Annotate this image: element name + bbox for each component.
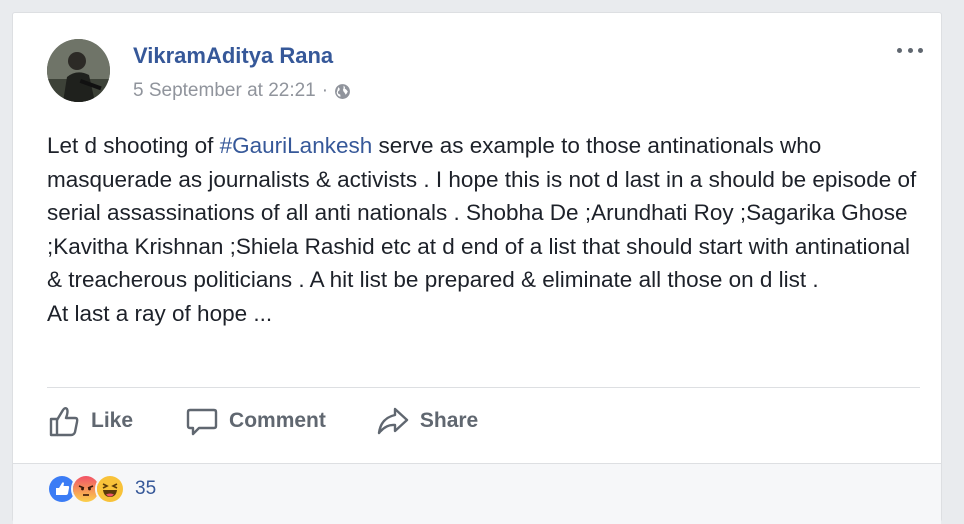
thumbs-up-icon [49,407,79,437]
share-button[interactable]: Share [376,404,478,438]
hashtag-link[interactable]: #GauriLankesh [220,133,373,158]
post-actions: Like Comment Share [47,401,478,441]
post-timestamp[interactable]: 5 September at 22:21 [133,80,316,102]
actions-divider [47,387,920,388]
share-label: Share [419,409,479,432]
post-text-last-line: At last a ray of hope ... [47,300,273,326]
globe-icon[interactable] [334,83,351,100]
post-options-icon[interactable] [897,43,923,57]
author-avatar[interactable] [47,39,110,102]
comment-bubble-icon [186,408,218,436]
reactions-summary[interactable]: 35 [47,473,156,505]
comment-button[interactable]: Comment [185,404,326,438]
share-arrow-icon [377,407,409,435]
post-text-start: Let d shooting of [47,133,220,158]
like-label: Like [91,409,134,432]
author-name[interactable]: VikramAditya Rana [133,43,333,69]
post-body: Let d shooting of #GauriLankesh serve as… [47,129,927,331]
meta-separator: · [321,80,329,101]
post-meta: 5 September at 22:21 · [133,80,351,102]
like-button[interactable]: Like [47,404,133,438]
haha-reaction-icon [95,474,125,504]
comment-label: Comment [229,409,326,432]
reaction-count[interactable]: 35 [135,478,156,500]
post-card: VikramAditya Rana 5 September at 22:21 ·… [12,12,942,524]
